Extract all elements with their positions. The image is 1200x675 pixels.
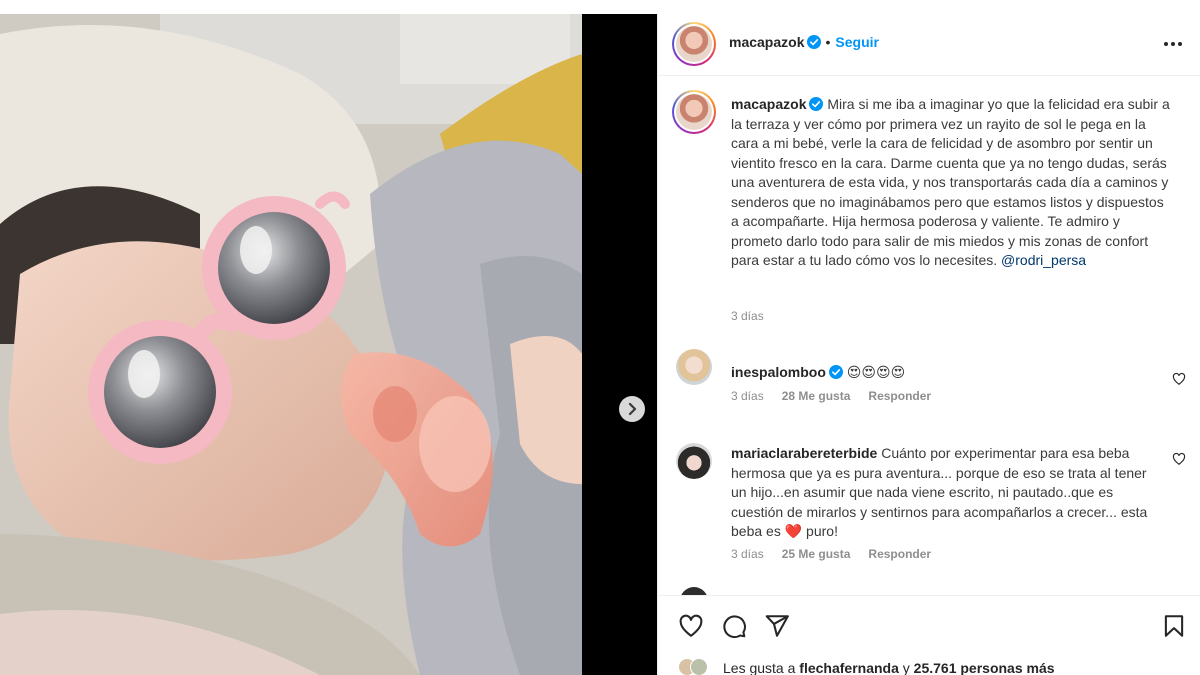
verified-icon [809,97,824,111]
heart-icon[interactable] [1172,452,1186,466]
caption-time[interactable]: 3 días [731,309,764,323]
comment-meta: 3 días 28 Me gusta Responder [731,389,949,403]
author-avatar[interactable] [672,22,716,66]
verified-icon [828,365,843,379]
follow-button[interactable]: Seguir [835,34,879,50]
post-header: macapazok • Seguir [658,14,1200,76]
chevron-right-icon [628,402,637,416]
likes-middle: y [898,660,914,675]
verified-icon [807,35,822,49]
comment-username[interactable]: inespalomboo [731,364,826,380]
post-photo [0,14,582,675]
comments-list: macapazok Mira si me iba a imaginar yo q… [658,77,1200,595]
bookmark-icon[interactable] [1161,613,1187,639]
comment-time[interactable]: 3 días [731,389,764,403]
caption: macapazok Mira si me iba a imaginar yo q… [731,95,1171,271]
comment: inespalomboo 😍😍😍😍 [731,363,1151,383]
comment-time[interactable]: 3 días [731,547,764,561]
author-username[interactable]: macapazok [729,34,804,50]
commenter-avatar[interactable] [676,443,712,479]
reply-button[interactable]: Responder [868,389,931,403]
header-user-line: macapazok • Seguir [729,34,879,50]
comment-text-end: puro! [802,523,838,539]
comment-text: 😍😍😍😍 [846,364,906,380]
post-details-panel: macapazok • Seguir macapazok Mira si me ib… [657,14,1200,675]
comment-meta: 3 días 25 Me gusta Responder [731,547,949,561]
comment-likes[interactable]: 25 Me gusta [782,547,851,561]
heart-icon[interactable] [1172,372,1186,386]
comment: mariaclarabereterbide Cuánto por experim… [731,444,1151,542]
likers-avatars [678,658,712,675]
post-actions: Les gusta a flechafernanda y 25.761 pers… [658,595,1200,675]
commenter-avatar[interactable] [680,587,708,595]
photo-illustration [0,14,582,675]
heart-icon[interactable] [678,613,704,639]
comment-icon[interactable] [721,613,747,639]
likes-summary: Les gusta a flechafernanda y 25.761 pers… [723,660,1055,675]
caption-text: Mira si me iba a imaginar yo que la feli… [731,96,1170,268]
next-media-button[interactable] [619,396,645,422]
comment-username[interactable]: mariaclarabereterbide [731,445,877,461]
caption-username[interactable]: macapazok [731,96,806,112]
likes-user[interactable]: flechafernanda [799,660,899,675]
header-separator: • [825,34,831,50]
share-icon[interactable] [764,613,790,639]
caption-avatar[interactable] [672,90,716,134]
caption-meta: 3 días [731,309,782,323]
heart-emoji: ❤️ [784,523,803,539]
comment-likes[interactable]: 28 Me gusta [782,389,851,403]
commenter-avatar[interactable] [676,349,712,385]
likes-count[interactable]: 25.761 personas más [914,660,1055,675]
caption-mention[interactable]: @rodri_persa [1001,252,1086,268]
likes-prefix: Les gusta a [723,660,800,675]
post-media [0,14,657,675]
more-icon[interactable] [1161,34,1185,54]
reply-button[interactable]: Responder [868,547,931,561]
